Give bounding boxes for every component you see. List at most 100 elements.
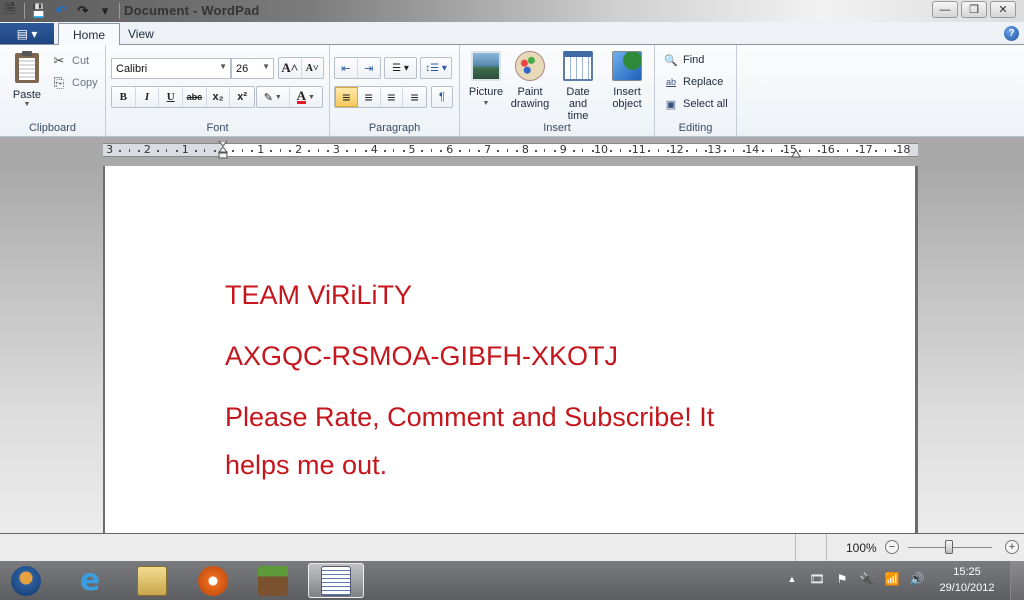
strikethrough-button[interactable]: abc [183, 87, 207, 107]
network-icon[interactable]: 📶 [885, 571, 900, 587]
show-desktop-button[interactable] [1010, 561, 1024, 600]
chevron-down-icon: ▼ [219, 62, 227, 71]
redo-icon[interactable]: ↷ [75, 3, 91, 19]
date-time-button[interactable]: Date and time [556, 51, 600, 122]
right-indent-marker[interactable] [791, 148, 801, 158]
start-button[interactable] [0, 563, 52, 598]
taskbar-windows-explorer[interactable] [124, 563, 180, 598]
ruler-label: 18 [896, 143, 911, 156]
paint-drawing-label-2: drawing [510, 98, 550, 110]
color-buttons: ✎ ▼ A ▼ [256, 86, 323, 108]
ruler-label: 11 [631, 143, 646, 156]
volume-icon[interactable]: 🔊 [910, 571, 925, 587]
close-button[interactable]: ✕ [990, 1, 1016, 18]
minimize-button[interactable]: — [932, 1, 958, 18]
ruler-tick [619, 149, 621, 152]
subscript-button[interactable]: x₂ [207, 87, 231, 107]
taskbar-minecraft[interactable] [245, 563, 301, 598]
taskbar-media-player[interactable] [185, 563, 241, 598]
font-color-button[interactable]: A ▼ [290, 87, 323, 107]
ruler-tick [544, 149, 546, 152]
ruler-tick [704, 150, 707, 152]
ruler-tick [156, 150, 159, 152]
show-hidden-icons-button[interactable]: ▲ [785, 571, 799, 587]
bold-button[interactable]: B [112, 87, 136, 107]
film-icon[interactable]: 🎞 [809, 571, 824, 587]
find-button[interactable]: 🔍 Find [663, 53, 704, 67]
highlight-color-button[interactable]: ✎ ▼ [257, 87, 290, 107]
date-time-label-2: time [567, 110, 589, 122]
line-spacing-button[interactable]: ↕☰ ▾ [421, 58, 451, 78]
taskbar-internet-explorer[interactable]: e [62, 563, 118, 598]
select-all-label: Select all [683, 98, 728, 110]
font-size-select[interactable]: 26 ▼ [231, 58, 274, 79]
cut-button[interactable]: ✂ Cut [52, 53, 90, 69]
align-left-button[interactable]: ≡ [335, 87, 358, 107]
taskbar-wordpad[interactable] [308, 563, 364, 598]
taskbar-clock[interactable]: 15:25 29/10/2012 [935, 564, 999, 596]
document-page[interactable]: TEAM ViRiLiTY AXGQC-RSMOA-GIBFH-XKOTJ Pl… [103, 166, 918, 536]
ruler-tick [761, 150, 764, 152]
app-menu-button[interactable]: ▤ ▾ [0, 23, 54, 44]
indent-marker[interactable] [218, 141, 228, 159]
increase-indent-button[interactable]: ⇥ [358, 58, 380, 78]
status-bar: 100% − + [0, 533, 1024, 562]
italic-button[interactable]: I [136, 87, 160, 107]
document-line[interactable]: TEAM ViRiLiTY [225, 280, 412, 311]
save-icon[interactable]: 💾 [31, 3, 47, 19]
replace-icon: ab [665, 77, 676, 87]
justify-button[interactable]: ≡ [403, 87, 426, 107]
ruler-tick [204, 149, 206, 152]
customize-qat-icon[interactable]: ▾ [97, 3, 113, 19]
group-label-editing: Editing [678, 122, 713, 134]
bullets-button[interactable]: ☰ ▾ [385, 58, 416, 78]
wordpad-icon [321, 565, 351, 596]
insert-object-label-2: object [612, 98, 642, 110]
tab-view[interactable]: View [114, 23, 168, 45]
ruler-label: 17 [858, 143, 873, 156]
document-line[interactable]: Please Rate, Comment and Subscribe! It [225, 402, 714, 433]
paint-drawing-button[interactable]: Paint drawing [508, 51, 552, 110]
document-line[interactable]: helps me out. [225, 450, 387, 481]
ruler-tick [270, 150, 273, 152]
ruler-tick [515, 150, 518, 152]
ruler-tick [686, 150, 689, 152]
highlighter-icon: ✎ [263, 91, 273, 104]
ruler-tick [279, 149, 281, 152]
zoom-out-button[interactable]: − [885, 540, 899, 554]
ribbon: Paste ▼ ✂ Cut ⎘ Copy Clipboard Calibri ▼… [0, 45, 1024, 137]
ruler-tick [175, 150, 178, 152]
power-plug-icon[interactable]: 🔌 [860, 571, 875, 587]
group-label-paragraph: Paragraph [368, 122, 421, 134]
decrease-indent-button[interactable]: ⇤ [335, 58, 358, 78]
paste-button[interactable]: Paste ▼ [8, 51, 46, 111]
app-icon[interactable]: 🗎 [2, 1, 18, 19]
ruler-tick [629, 150, 632, 152]
restore-button[interactable]: ❐ [961, 1, 987, 18]
shrink-font-button[interactable]: A˅ [302, 58, 324, 78]
font-family-select[interactable]: Calibri ▼ [111, 58, 231, 79]
document-line[interactable]: AXGQC-RSMOA-GIBFH-XKOTJ [225, 341, 618, 372]
grow-font-button[interactable]: A˄ [279, 58, 302, 78]
action-center-flag-icon[interactable]: ⚑ [835, 571, 849, 587]
copy-icon: ⎘ [53, 75, 65, 90]
zoom-in-button[interactable]: + [1005, 540, 1019, 554]
select-all-icon: ▣ [665, 98, 677, 111]
paragraph-settings-button[interactable]: ¶ [432, 87, 452, 107]
chevron-down-icon: ▼ [306, 93, 315, 101]
zoom-slider-thumb[interactable] [945, 540, 953, 554]
underline-button[interactable]: U [159, 87, 184, 107]
undo-icon[interactable]: ↶ [53, 3, 69, 19]
ruler-label: 1 [181, 143, 189, 156]
copy-button[interactable]: ⎘ Copy [52, 75, 98, 91]
ruler-tick [733, 149, 735, 152]
replace-button[interactable]: ab Replace [663, 75, 723, 89]
picture-button[interactable]: Picture ▼ [464, 51, 508, 110]
help-icon[interactable]: ? [1004, 26, 1019, 41]
select-all-button[interactable]: ▣ Select all [663, 97, 728, 111]
insert-object-button[interactable]: Insert object [605, 51, 649, 110]
align-right-button[interactable]: ≡ [381, 87, 404, 107]
tab-home[interactable]: Home [58, 23, 121, 46]
superscript-button[interactable]: x² [230, 87, 254, 107]
align-center-button[interactable]: ≡ [358, 87, 381, 107]
